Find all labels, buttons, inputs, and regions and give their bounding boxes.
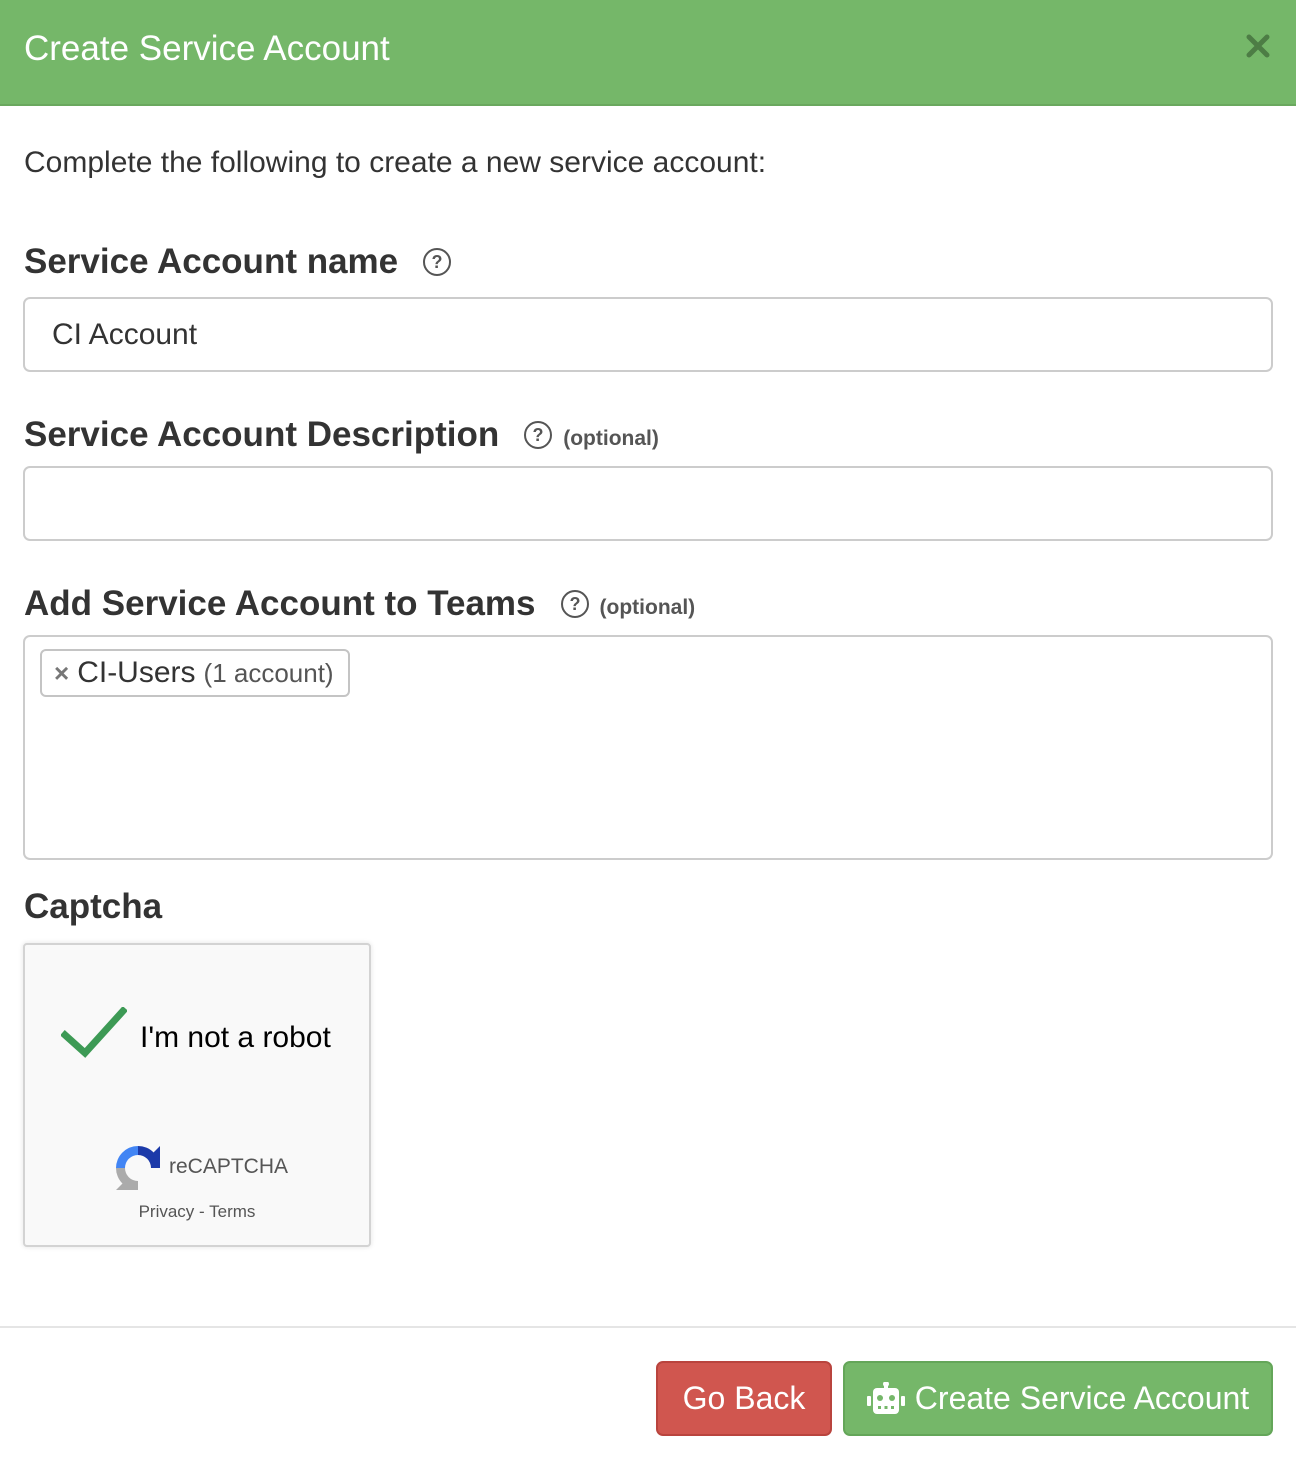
not-a-robot-label: I'm not a robot xyxy=(140,1021,331,1054)
remove-chip-icon[interactable]: × xyxy=(54,660,69,686)
terms-link[interactable]: Terms xyxy=(209,1202,255,1221)
svg-text:?: ? xyxy=(569,594,580,614)
service-account-name-input[interactable] xyxy=(23,297,1273,372)
go-back-label: Go Back xyxy=(682,1380,806,1416)
description-label-row: Service Account Description ? (optional) xyxy=(24,410,659,460)
team-chip-count: (1 account) xyxy=(203,657,334,688)
recaptcha-brand: reCAPTCHA xyxy=(169,1155,289,1178)
description-label: Service Account Description xyxy=(24,415,500,454)
optional-tag: (optional) xyxy=(563,427,659,450)
name-label-row: Service Account name ? xyxy=(24,241,452,283)
optional-tag: (optional) xyxy=(599,596,696,619)
svg-text:?: ? xyxy=(432,252,443,272)
captcha-label: Captcha xyxy=(24,887,163,926)
modal-header: Create Service Account xyxy=(0,0,1296,106)
create-service-account-label: Create Service Account xyxy=(914,1380,1250,1416)
go-back-button[interactable]: Go Back xyxy=(656,1361,832,1436)
teams-multiselect[interactable]: × CI-Users (1 account) xyxy=(23,635,1273,860)
intro-text: Complete the following to create a new s… xyxy=(24,146,767,179)
help-icon[interactable]: ? xyxy=(422,247,452,277)
team-chip-name: CI-Users xyxy=(77,656,196,689)
name-label: Service Account name xyxy=(24,242,399,281)
footer-divider xyxy=(0,1326,1296,1328)
recaptcha-logo-icon xyxy=(116,1146,160,1190)
link-separator: - xyxy=(199,1202,205,1221)
close-icon[interactable] xyxy=(1244,32,1272,60)
help-icon[interactable]: ? xyxy=(560,589,590,619)
checkmark-icon[interactable] xyxy=(61,1007,127,1059)
team-chip: × CI-Users (1 account) xyxy=(40,649,350,697)
svg-text:?: ? xyxy=(533,425,544,445)
robot-icon xyxy=(866,1381,905,1414)
recaptcha-widget: I'm not a robot reCAPTCHA Privacy - Term… xyxy=(23,943,371,1247)
teams-label-row: Add Service Account to Teams ? (optional… xyxy=(24,579,695,629)
recaptcha-links: Privacy - Terms xyxy=(25,1202,369,1222)
teams-label: Add Service Account to Teams xyxy=(24,584,536,623)
modal-title: Create Service Account xyxy=(24,29,390,68)
create-service-account-button[interactable]: Create Service Account xyxy=(843,1361,1273,1436)
help-icon[interactable]: ? xyxy=(523,420,553,450)
service-account-description-input[interactable] xyxy=(23,466,1273,541)
privacy-link[interactable]: Privacy xyxy=(139,1202,195,1221)
